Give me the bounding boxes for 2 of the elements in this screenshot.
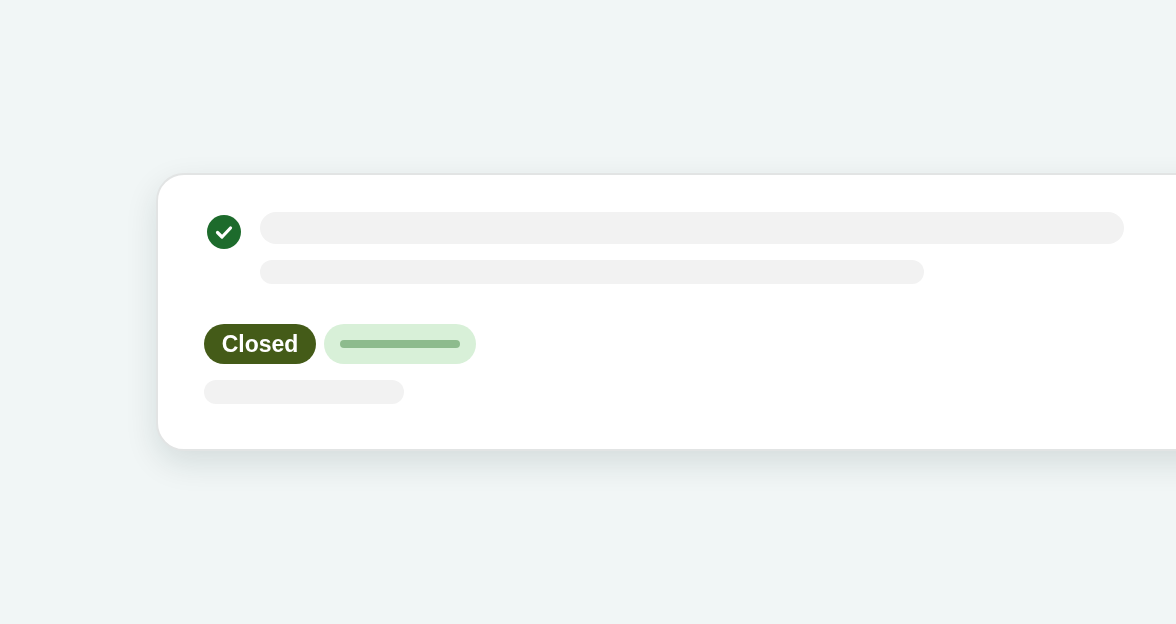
check-circle-icon <box>207 215 241 249</box>
status-badge: Closed <box>204 324 316 364</box>
